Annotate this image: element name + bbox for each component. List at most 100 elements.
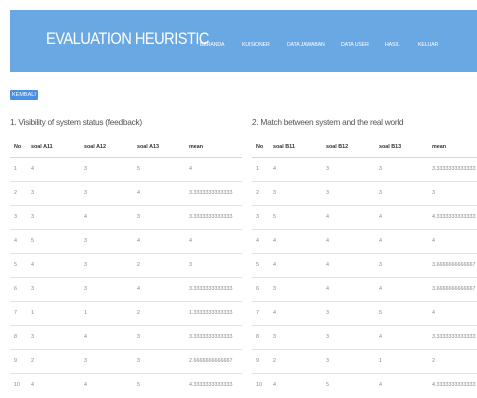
cell-q3: 3 xyxy=(375,156,428,181)
cell-q3: 3 xyxy=(133,324,185,349)
cell-q1: 3 xyxy=(27,276,80,301)
cell-no: 6 xyxy=(10,276,27,301)
cell-no: 7 xyxy=(252,300,269,325)
nav-data-jawaban[interactable]: DATA JAWABAN xyxy=(287,42,325,48)
cell-q3: 3 xyxy=(133,348,185,373)
header-mean: mean xyxy=(428,137,477,158)
cell-q3: 3 xyxy=(133,204,185,229)
cell-no: 1 xyxy=(252,156,269,181)
cell-mean: 3.3333333333333 xyxy=(428,324,477,349)
header-no: No xyxy=(252,137,269,158)
table-row: 8 3 3 4 3.3333333333333 xyxy=(252,324,477,349)
cell-q3: 4 xyxy=(375,276,428,301)
nav-beranda[interactable]: BERANDA xyxy=(200,42,224,48)
cell-no: 1 xyxy=(10,156,27,181)
cell-q1: 4 xyxy=(27,252,80,277)
cell-q2: 3 xyxy=(322,300,375,325)
table-row: 74354 xyxy=(252,300,477,325)
cell-no: 4 xyxy=(252,228,269,253)
nav-hasil[interactable]: HASIL xyxy=(385,42,400,48)
cell-q1: 4 xyxy=(27,372,80,397)
section-title-b: 2. Match between system and the real wor… xyxy=(252,117,404,127)
cell-no: 4 xyxy=(10,228,27,253)
cell-q1: 4 xyxy=(269,156,322,181)
cell-mean: 1.3333333333333 xyxy=(185,300,242,325)
nav-data-user[interactable]: DATA USER xyxy=(341,42,369,48)
cell-q3: 2 xyxy=(133,252,185,277)
back-button[interactable]: KEMBALI xyxy=(10,90,38,100)
table-row: 1 4 3 3 3.3333333333333 xyxy=(252,156,477,181)
cell-q2: 3 xyxy=(80,276,133,301)
cell-mean: 4.3333333333333 xyxy=(428,372,477,397)
navbar: EVALUATION HEURISTIC BERANDA KUISIONER D… xyxy=(10,10,477,72)
cell-mean: 4.3333333333333 xyxy=(185,372,242,397)
cell-q1: 5 xyxy=(27,228,80,253)
cell-mean: 3.3333333333333 xyxy=(185,204,242,229)
cell-q3: 5 xyxy=(375,300,428,325)
nav-keluar[interactable]: KELUAR xyxy=(418,42,438,48)
cell-no: 2 xyxy=(10,180,27,205)
cell-q3: 4 xyxy=(375,204,428,229)
header-q1: soal A11 xyxy=(27,137,80,158)
table-row: 3 3 4 3 3.3333333333333 xyxy=(10,204,242,229)
cell-no: 9 xyxy=(10,348,27,373)
table-row: 44444 xyxy=(252,228,477,253)
cell-q1: 3 xyxy=(27,204,80,229)
cell-q1: 5 xyxy=(269,204,322,229)
cell-no: 5 xyxy=(10,252,27,277)
cell-no: 2 xyxy=(252,180,269,205)
cell-q3: 1 xyxy=(375,348,428,373)
cell-no: 6 xyxy=(252,276,269,301)
table-header-row: No soal B11 soal B12 soal B13 mean xyxy=(252,137,477,158)
cell-q1: 3 xyxy=(269,276,322,301)
nav-kuisioner[interactable]: KUISIONER xyxy=(242,42,270,48)
cell-q2: 3 xyxy=(322,348,375,373)
cell-no: 8 xyxy=(10,324,27,349)
cell-mean: 2 xyxy=(428,348,477,373)
cell-mean: 4.3333333333333 xyxy=(428,204,477,229)
cell-q1: 2 xyxy=(269,348,322,373)
header-q3: soal B13 xyxy=(375,137,428,158)
table-row: 14354 xyxy=(10,156,242,181)
table-header-row: No soal A11 soal A12 soal A13 mean xyxy=(10,137,242,158)
cell-q2: 5 xyxy=(322,372,375,397)
cell-q3: 4 xyxy=(375,228,428,253)
cell-mean: 4 xyxy=(428,300,477,325)
table-row: 92312 xyxy=(252,348,477,373)
brand-title[interactable]: EVALUATION HEURISTIC xyxy=(46,29,209,49)
cell-q3: 4 xyxy=(133,276,185,301)
table-row: 54323 xyxy=(10,252,242,277)
cell-no: 7 xyxy=(10,300,27,325)
cell-q2: 4 xyxy=(322,228,375,253)
cell-q1: 4 xyxy=(269,228,322,253)
cell-mean: 3.3333333333333 xyxy=(185,276,242,301)
cell-q3: 5 xyxy=(133,372,185,397)
header-q1: soal B11 xyxy=(269,137,322,158)
cell-q2: 1 xyxy=(80,300,133,325)
cell-q1: 3 xyxy=(27,324,80,349)
table-row: 2 3 3 4 3.3333333333333 xyxy=(10,180,242,205)
cell-q2: 3 xyxy=(80,156,133,181)
cell-q2: 3 xyxy=(80,228,133,253)
cell-no: 10 xyxy=(252,372,269,397)
cell-q2: 3 xyxy=(322,324,375,349)
cell-mean: 3.6666666666667 xyxy=(428,252,477,277)
cell-no: 9 xyxy=(252,348,269,373)
cell-q3: 4 xyxy=(133,228,185,253)
cell-mean: 4 xyxy=(185,228,242,253)
cell-q1: 4 xyxy=(269,252,322,277)
cell-q1: 3 xyxy=(269,324,322,349)
cell-q2: 4 xyxy=(322,252,375,277)
table-row: 7 1 1 2 1.3333333333333 xyxy=(10,300,242,325)
cell-mean: 4 xyxy=(185,156,242,181)
cell-mean: 3.3333333333333 xyxy=(185,324,242,349)
table-row: 10 4 5 4 4.3333333333333 xyxy=(252,372,477,397)
cell-q3: 2 xyxy=(133,300,185,325)
header-mean: mean xyxy=(185,137,242,158)
cell-q2: 3 xyxy=(80,180,133,205)
cell-no: 3 xyxy=(10,204,27,229)
cell-q1: 4 xyxy=(269,300,322,325)
cell-q3: 4 xyxy=(375,324,428,349)
header-q3: soal A13 xyxy=(133,137,185,158)
cell-no: 3 xyxy=(252,204,269,229)
